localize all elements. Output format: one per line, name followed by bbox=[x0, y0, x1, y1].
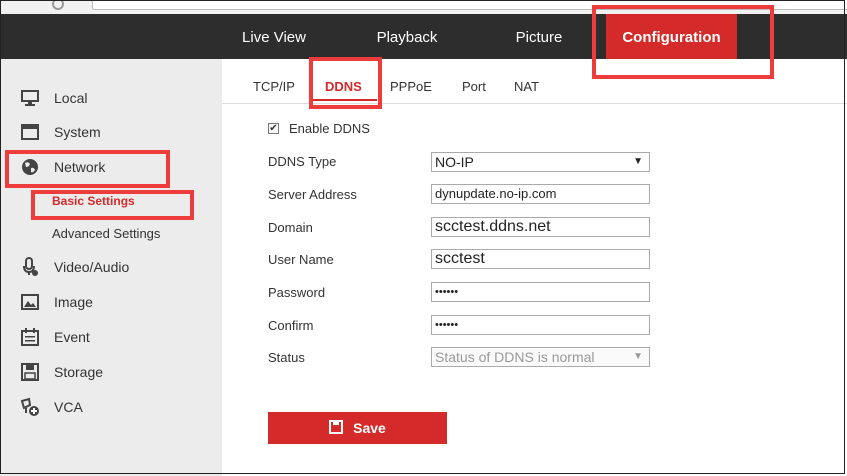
microphone-icon bbox=[20, 257, 40, 277]
calendar-icon bbox=[20, 327, 40, 347]
browser-toolbar bbox=[0, 0, 847, 15]
subtab-pppoe[interactable]: PPPoE bbox=[390, 79, 432, 94]
image-icon bbox=[20, 292, 40, 312]
password-field[interactable]: •••••• bbox=[431, 282, 650, 302]
server-address-label: Server Address bbox=[268, 187, 357, 202]
sidebar-item-label: Image bbox=[54, 294, 93, 310]
tab-playback[interactable]: Playback bbox=[362, 14, 452, 59]
sidebar-subitem-advanced-settings[interactable]: Advanced Settings bbox=[52, 226, 160, 241]
dropdown-arrow-icon: ▼ bbox=[633, 156, 643, 167]
sidebar: Local System Network Basic Settings Adva… bbox=[0, 59, 222, 476]
sidebar-item-local[interactable]: Local bbox=[0, 83, 222, 113]
tab-picture[interactable]: Picture bbox=[497, 14, 581, 59]
enable-ddns-checkbox[interactable]: ✔ bbox=[268, 123, 279, 134]
save-button[interactable]: Save bbox=[268, 412, 447, 444]
confirm-label: Confirm bbox=[268, 318, 314, 333]
address-bar[interactable] bbox=[92, 0, 847, 10]
sidebar-subitem-basic-settings[interactable]: Basic Settings bbox=[52, 194, 135, 208]
domain-field[interactable]: scctest.ddns.net bbox=[431, 217, 650, 237]
window-icon bbox=[20, 122, 40, 142]
enable-ddns-label: Enable DDNS bbox=[289, 121, 370, 136]
sidebar-item-image[interactable]: Image bbox=[0, 287, 222, 317]
active-subtab-indicator bbox=[311, 99, 377, 101]
sidebar-item-label: Storage bbox=[54, 364, 104, 380]
subtab-nat[interactable]: NAT bbox=[514, 79, 539, 94]
sidebar-item-label: Event bbox=[54, 329, 90, 345]
save-label: Save bbox=[353, 420, 386, 436]
tab-live-view[interactable]: Live View bbox=[228, 14, 320, 59]
sidebar-item-label: Network bbox=[54, 159, 106, 175]
password-label: Password bbox=[268, 285, 326, 300]
globe-icon bbox=[20, 157, 40, 177]
vca-icon bbox=[20, 397, 40, 417]
ddns-type-select[interactable]: NO-IP ▼ bbox=[431, 152, 650, 172]
status-select: Status of DDNS is normal ▼ bbox=[431, 347, 650, 367]
refresh-icon[interactable] bbox=[52, 0, 64, 10]
status-value: Status of DDNS is normal bbox=[435, 349, 595, 365]
sidebar-item-network[interactable]: Network bbox=[0, 152, 222, 182]
server-address-field[interactable]: dynupdate.no-ip.com bbox=[431, 184, 650, 204]
sidebar-item-label: Local bbox=[54, 90, 88, 106]
ddns-type-label: DDNS Type bbox=[268, 154, 337, 169]
sidebar-item-storage[interactable]: Storage bbox=[0, 357, 222, 387]
floppy-icon bbox=[20, 362, 40, 382]
sidebar-item-label: VCA bbox=[54, 399, 83, 415]
domain-label: Domain bbox=[268, 220, 313, 235]
subtab-tcp-ip[interactable]: TCP/IP bbox=[253, 79, 295, 94]
tab-configuration[interactable]: Configuration bbox=[606, 14, 737, 59]
ddns-type-value: NO-IP bbox=[435, 154, 474, 170]
network-subtabs: TCP/IP DDNS PPPoE Port NAT bbox=[222, 59, 847, 104]
sidebar-item-label: System bbox=[54, 124, 101, 140]
sidebar-item-vca[interactable]: VCA bbox=[0, 392, 222, 422]
dropdown-arrow-icon: ▼ bbox=[633, 351, 643, 362]
subtab-port[interactable]: Port bbox=[462, 79, 486, 94]
top-navigation: Live View Playback Picture Configuration bbox=[0, 14, 847, 59]
confirm-password-field[interactable]: •••••• bbox=[431, 315, 650, 335]
subtab-ddns[interactable]: DDNS bbox=[325, 79, 362, 94]
sidebar-item-system[interactable]: System bbox=[0, 117, 222, 147]
status-label: Status bbox=[268, 350, 305, 365]
floppy-icon bbox=[329, 419, 344, 437]
sidebar-item-label: Video/Audio bbox=[54, 259, 130, 275]
sidebar-item-event[interactable]: Event bbox=[0, 322, 222, 352]
checkmark-icon: ✔ bbox=[269, 122, 278, 134]
user-name-field[interactable]: scctest bbox=[431, 249, 650, 269]
user-name-label: User Name bbox=[268, 252, 334, 267]
monitor-icon bbox=[20, 88, 40, 108]
sidebar-item-video-audio[interactable]: Video/Audio bbox=[0, 252, 222, 282]
